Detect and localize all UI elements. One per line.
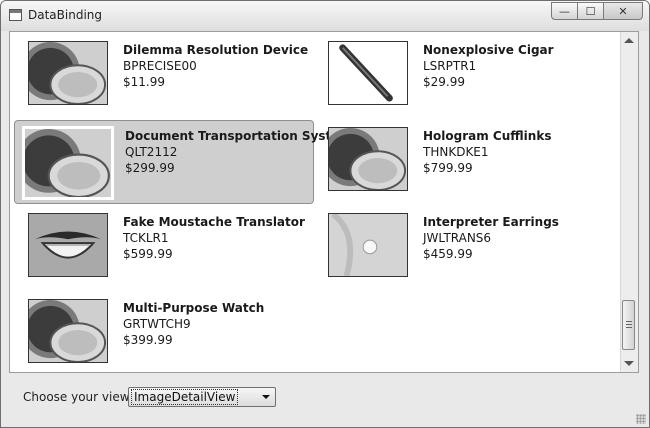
product-price: $459.99	[423, 247, 473, 261]
product-code: BPRECISE00	[123, 59, 197, 73]
list-item[interactable]: Multi-Purpose Watch GRTWTCH9 $399.99	[14, 292, 314, 372]
grip-icon	[626, 321, 632, 328]
close-button[interactable]: ✕	[603, 2, 643, 20]
product-code: TCKLR1	[123, 231, 169, 245]
window-title: DataBinding	[28, 8, 102, 22]
minimize-button[interactable]: —	[551, 2, 577, 20]
list-item[interactable]: Nonexplosive Cigar LSRPTR1 $29.99	[314, 34, 614, 118]
product-code: GRTWTCH9	[123, 317, 191, 331]
list-item[interactable]: Document Transportation System QLT2112 $29…	[14, 120, 352, 204]
list-item[interactable]: Fake Moustache Translator TCKLR1 $599.99	[14, 206, 314, 290]
minimize-icon: —	[559, 4, 570, 18]
scroll-thumb[interactable]	[622, 300, 635, 350]
product-info: Hologram Cufflinks THNKDKE1 $799.99	[423, 128, 551, 176]
product-price: $599.99	[123, 247, 173, 261]
product-price: $799.99	[423, 161, 473, 175]
chevron-down-icon[interactable]	[262, 395, 270, 399]
list-item[interactable]: Interpreter Earrings JWLTRANS6 $459.99	[314, 206, 614, 290]
view-combobox[interactable]: ImageDetailView	[128, 387, 276, 407]
title-bar[interactable]: DataBinding — ☐ ✕	[1, 1, 649, 31]
product-image	[28, 41, 108, 105]
product-image	[22, 126, 114, 200]
product-name: Hologram Cufflinks	[423, 129, 552, 143]
product-info: Fake Moustache Translator TCKLR1 $599.99	[123, 214, 305, 262]
product-name: Interpreter Earrings	[423, 215, 559, 229]
product-image	[28, 299, 108, 363]
main-window: DataBinding — ☐ ✕ Dilemma Resolution Dev…	[0, 0, 650, 428]
close-icon: ✕	[618, 4, 628, 18]
product-info: Multi-Purpose Watch GRTWTCH9 $399.99	[123, 300, 264, 348]
product-code: THNKDKE1	[423, 145, 489, 159]
list-item[interactable]: Dilemma Resolution Device BPRECISE00 $11.9…	[14, 34, 314, 118]
scroll-up-icon[interactable]	[624, 38, 634, 43]
product-image	[28, 213, 108, 277]
product-name: Fake Moustache Translator	[123, 215, 305, 229]
product-name: Dilemma Resolution Device	[123, 43, 309, 57]
product-info: Dilemma Resolution Device BPRECISE00 $11.9…	[123, 42, 308, 90]
maximize-icon: ☐	[585, 4, 596, 18]
product-info: Nonexplosive Cigar LSRPTR1 $29.99	[423, 42, 554, 90]
caption-buttons: — ☐ ✕	[551, 2, 643, 21]
product-price: $11.99	[123, 75, 165, 89]
product-code: LSRPTR1	[423, 59, 477, 73]
vertical-scrollbar[interactable]	[620, 32, 638, 372]
product-image	[328, 127, 408, 191]
product-listbox[interactable]: Dilemma Resolution Device BPRECISE00 $11.9…	[9, 31, 639, 373]
scroll-down-icon[interactable]	[624, 361, 634, 366]
list-item[interactable]: Hologram Cufflinks THNKDKE1 $799.99	[314, 120, 614, 204]
product-info: Interpreter Earrings JWLTRANS6 $459.99	[423, 214, 559, 262]
window-icon[interactable]	[9, 9, 22, 21]
view-label: Choose your view:	[23, 390, 133, 404]
product-image	[328, 41, 408, 105]
product-image	[328, 213, 408, 277]
product-code: JWLTRANS6	[423, 231, 492, 245]
resize-grip-icon[interactable]	[636, 414, 646, 424]
product-price: $29.99	[423, 75, 465, 89]
product-name: Nonexplosive Cigar	[423, 43, 554, 57]
product-price: $399.99	[123, 333, 173, 347]
product-name: Multi-Purpose Watch	[123, 301, 265, 315]
maximize-button[interactable]: ☐	[577, 2, 603, 20]
view-selected-value: ImageDetailView	[130, 389, 239, 405]
